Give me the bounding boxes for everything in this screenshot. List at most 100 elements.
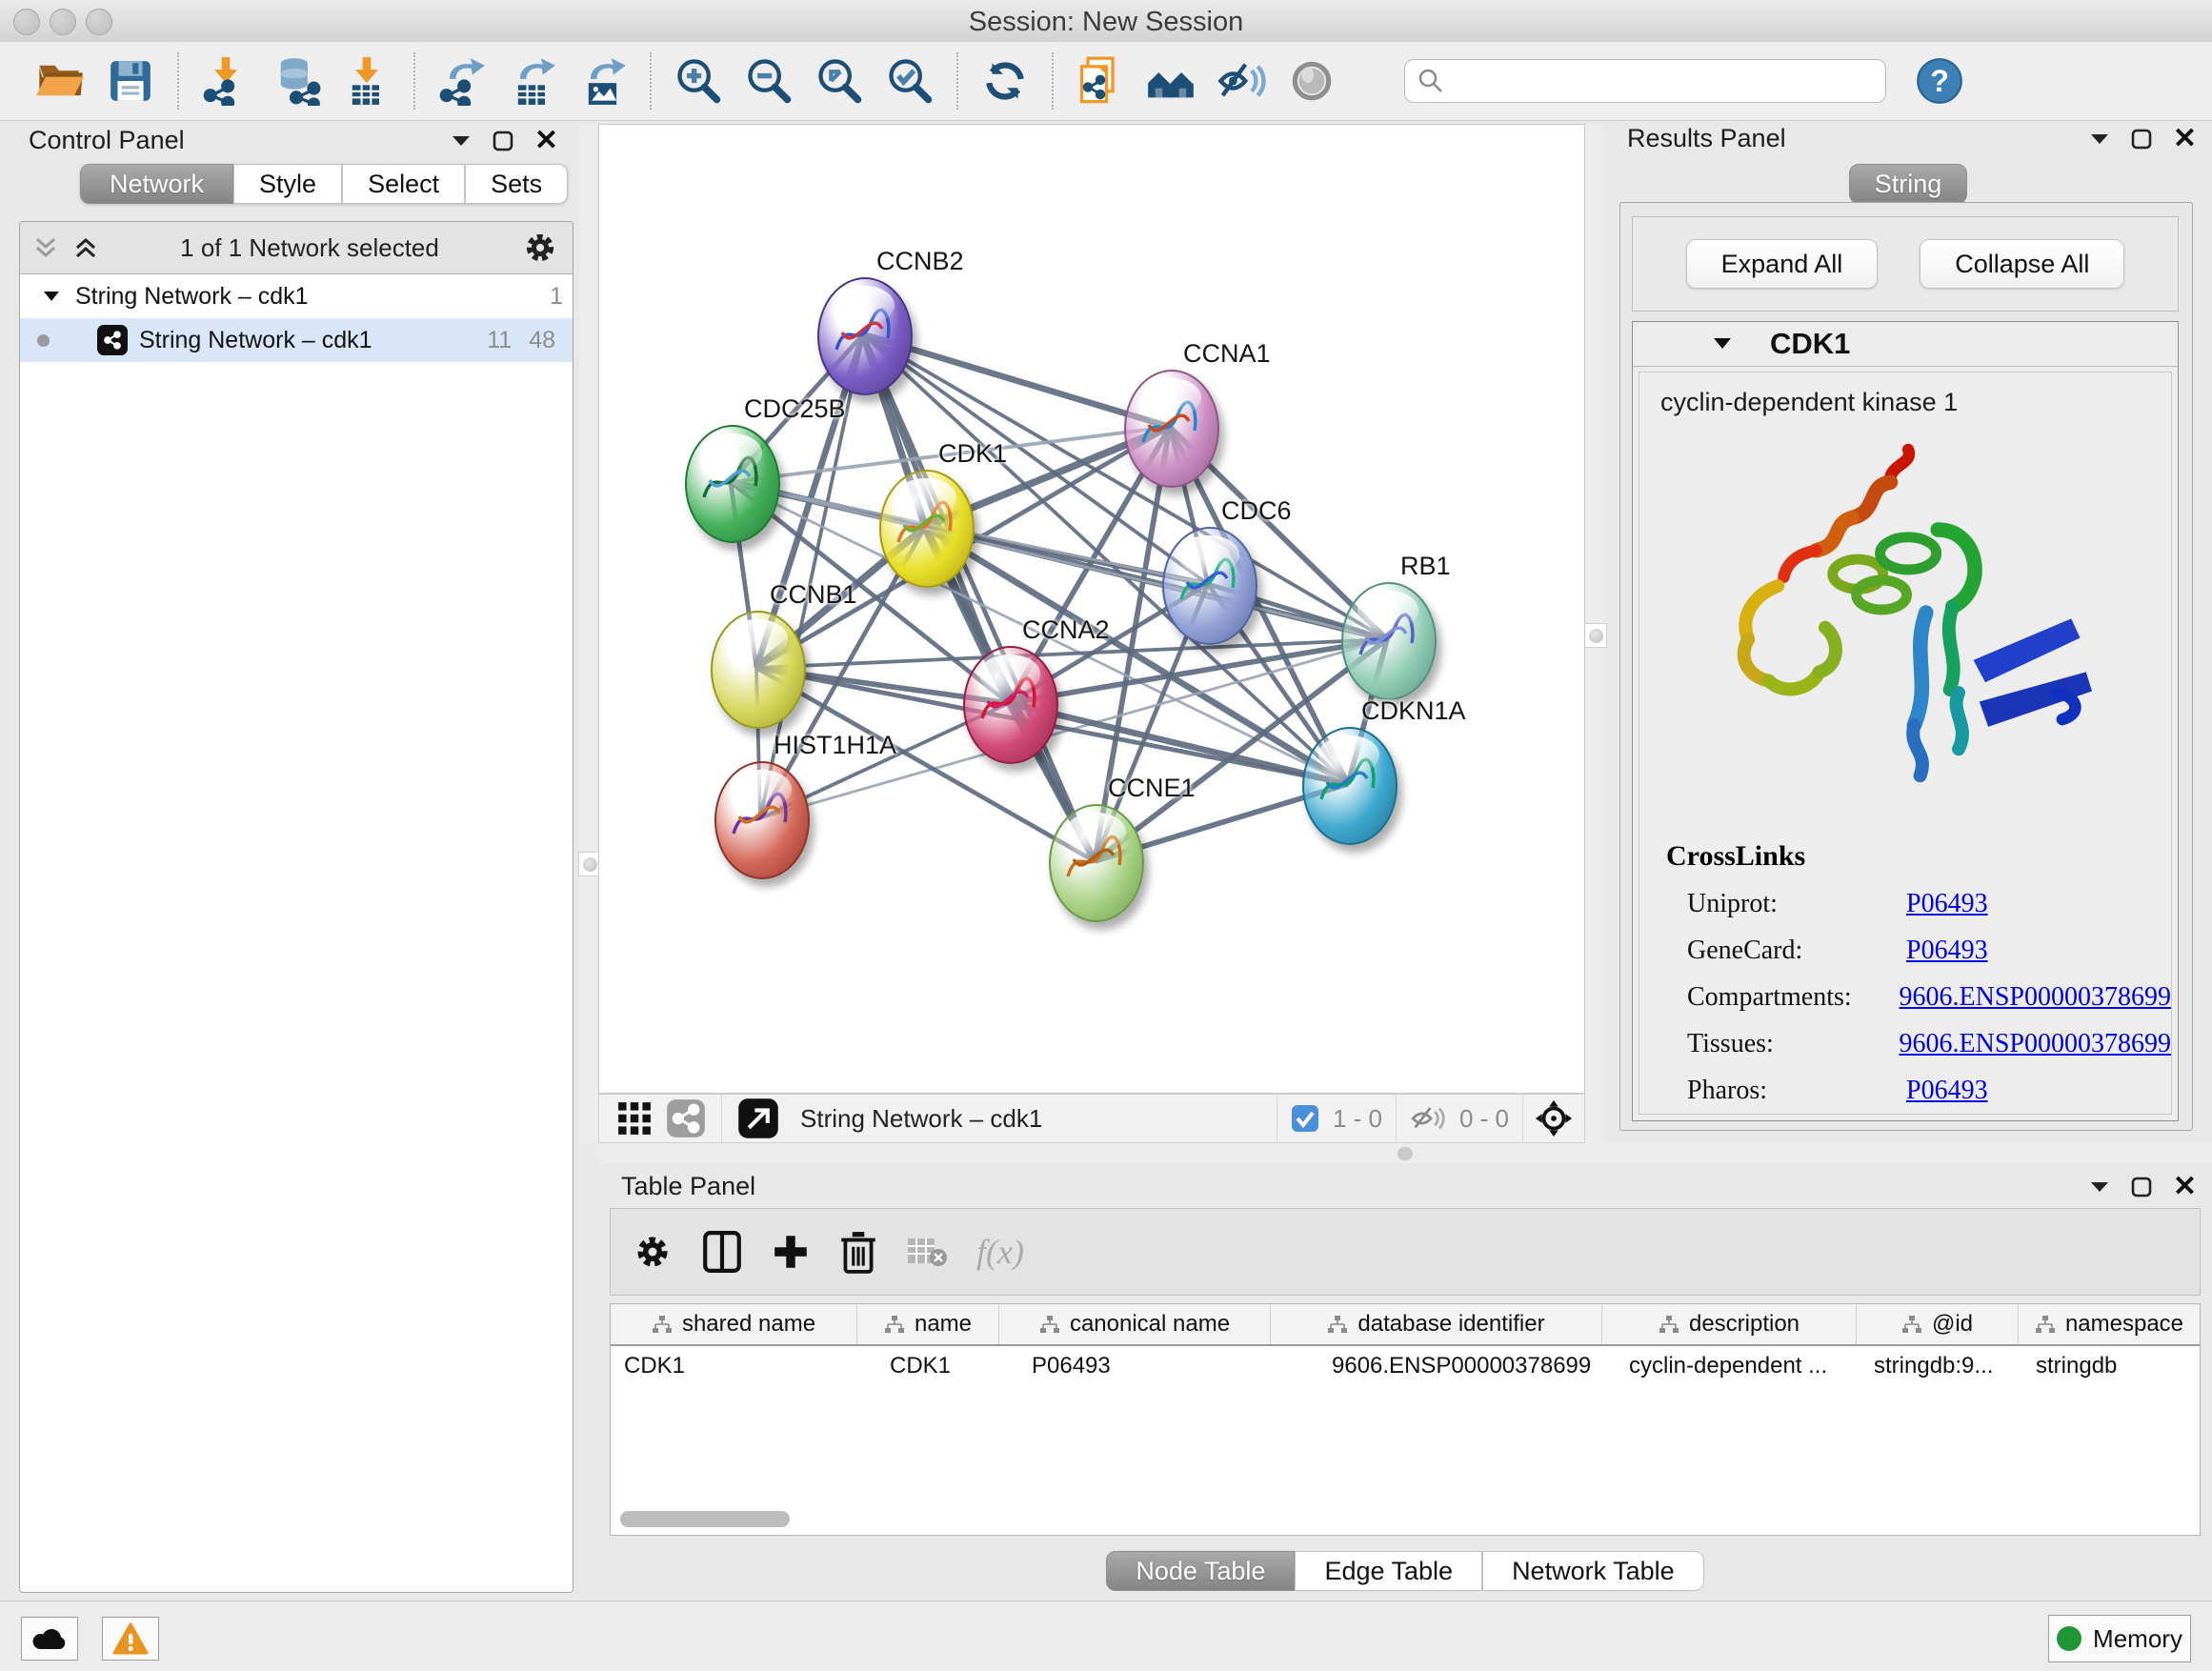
close-panel-icon[interactable]: ✕ [2173, 1178, 2197, 1197]
expand-all-icon[interactable] [73, 235, 98, 260]
show-columns-icon[interactable] [702, 1230, 742, 1274]
refresh-button[interactable] [980, 56, 1030, 106]
export-network-button[interactable] [437, 56, 487, 106]
cloud-status-button[interactable] [21, 1617, 78, 1661]
float-panel-icon[interactable] [2131, 129, 2152, 150]
column-header[interactable]: canonical name [999, 1304, 1271, 1344]
tab-select[interactable]: Select [342, 164, 465, 204]
open-session-button[interactable] [35, 56, 85, 106]
column-header[interactable]: description [1602, 1304, 1857, 1344]
gear-icon[interactable] [521, 229, 559, 267]
network-node[interactable] [879, 470, 975, 588]
panel-menu-icon[interactable] [451, 134, 472, 148]
zoom-out-button[interactable] [744, 56, 794, 106]
network-node[interactable] [963, 646, 1058, 764]
network-node[interactable] [714, 761, 810, 879]
network-view-toolbar: String Network – cdk1 1 - 0 0 - 0 [598, 1094, 1585, 1143]
horizontal-scrollbar[interactable] [620, 1511, 790, 1527]
clone-network-button[interactable] [1076, 56, 1125, 106]
memory-button[interactable]: Memory [2048, 1615, 2191, 1662]
column-type-icon [1659, 1314, 1679, 1335]
birdseye-icon[interactable] [1534, 1098, 1574, 1138]
network-node[interactable] [1341, 582, 1437, 700]
network-node[interactable] [817, 277, 913, 395]
open-in-window-icon[interactable] [737, 1097, 779, 1139]
hidden-eye-icon[interactable] [1410, 1102, 1446, 1135]
crosslink-pharos-link[interactable]: P06493 [1906, 1076, 1988, 1106]
tab-node-table[interactable]: Node Table [1106, 1551, 1295, 1591]
table-toolbar: f(x) [610, 1208, 2201, 1296]
collection-expander-icon[interactable] [43, 291, 60, 303]
table-row[interactable]: CDK1 CDK1 P06493 9606.ENSP00000378699 cy… [611, 1346, 2200, 1386]
tab-string[interactable]: String [1849, 164, 1968, 204]
tab-edge-table[interactable]: Edge Table [1295, 1551, 1482, 1591]
save-session-button[interactable] [106, 56, 155, 106]
crosslinks-title: CrossLinks [1666, 840, 2171, 873]
zoom-in-button[interactable] [674, 56, 723, 106]
network-node[interactable] [1162, 527, 1257, 645]
float-panel-icon[interactable] [2131, 1177, 2152, 1198]
first-neighbors-button[interactable] [1146, 56, 1196, 106]
import-table-button[interactable] [342, 56, 392, 106]
network-selection-status: 1 of 1 Network selected [98, 233, 521, 263]
tab-network[interactable]: Network [80, 164, 233, 204]
string-results-container: Expand All Collapse All CDK1 cyclin-depe… [1619, 202, 2193, 1131]
gear-icon[interactable] [632, 1231, 674, 1273]
column-header[interactable]: name [857, 1304, 999, 1344]
network-canvas[interactable]: CCNB2CCNA1CDC25BCDK1CDC6RB1CCNB1CCNA2CDK… [598, 124, 1585, 1094]
help-button[interactable]: ? [1915, 56, 1964, 106]
tab-sets[interactable]: Sets [465, 164, 568, 204]
close-panel-icon[interactable]: ✕ [534, 131, 558, 151]
float-panel-icon[interactable] [493, 131, 513, 151]
crosslink-compartments-link[interactable]: 9606.ENSP00000378699 [1900, 982, 2171, 1013]
network-collection-row[interactable]: String Network – cdk1 1 [20, 274, 573, 318]
collapse-all-icon[interactable] [33, 235, 58, 260]
add-column-icon[interactable] [771, 1232, 811, 1272]
network-node[interactable] [1049, 804, 1144, 922]
crosslink-tissues-link[interactable]: 9606.ENSP00000378699 [1900, 1029, 2171, 1059]
left-splitter[interactable] [579, 124, 598, 1143]
column-header[interactable]: @id [1857, 1304, 2019, 1344]
column-header[interactable]: database identifier [1271, 1304, 1602, 1344]
node-label: CDK1 [938, 439, 1007, 469]
network-node[interactable] [711, 611, 806, 729]
control-panel-title: Control Panel [29, 126, 185, 155]
network-node[interactable] [685, 425, 780, 543]
crosslink-uniprot-link[interactable]: P06493 [1906, 889, 1988, 919]
network-node[interactable] [1124, 370, 1219, 488]
column-header[interactable]: shared name [611, 1304, 857, 1344]
network-row[interactable]: String Network – cdk1 11 48 [20, 318, 573, 362]
warnings-button[interactable] [102, 1617, 159, 1661]
column-type-icon [652, 1314, 673, 1335]
tab-network-table[interactable]: Network Table [1482, 1551, 1704, 1591]
bottom-splitter-handle[interactable] [1398, 1147, 1413, 1160]
search-input[interactable] [1445, 66, 1885, 97]
expand-all-button[interactable]: Expand All [1686, 239, 1879, 289]
close-panel-icon[interactable]: ✕ [2173, 130, 2197, 149]
panel-menu-icon[interactable] [2089, 132, 2110, 146]
column-header[interactable]: namespace [2019, 1304, 2200, 1344]
collapse-all-button[interactable]: Collapse All [1920, 239, 2124, 289]
gene-expander-icon[interactable] [1713, 337, 1732, 351]
grid-view-icon[interactable] [616, 1100, 653, 1137]
search-field[interactable] [1404, 59, 1886, 103]
panel-menu-icon[interactable] [2089, 1180, 2110, 1194]
network-node[interactable] [1302, 727, 1398, 845]
tab-style[interactable]: Style [233, 164, 342, 204]
network-badge-icon[interactable] [666, 1098, 706, 1138]
table-type-tabs: Node Table Edge Table Network Table [598, 1551, 2212, 1591]
import-network-from-database-button[interactable] [271, 56, 321, 106]
delete-column-icon[interactable] [839, 1230, 877, 1274]
export-table-button[interactable] [508, 56, 557, 106]
export-image-button[interactable] [578, 56, 628, 106]
zoom-selected-button[interactable] [885, 56, 935, 106]
zoom-fit-button[interactable] [814, 56, 864, 106]
hidden-counts: 0 - 0 [1459, 1104, 1509, 1134]
cell-database-identifier: 9606.ENSP00000378699 [1271, 1346, 1602, 1386]
import-network-button[interactable] [201, 56, 251, 106]
selected-checkbox-icon[interactable] [1291, 1104, 1319, 1133]
hide-selected-button[interactable] [1217, 56, 1266, 106]
crosslink-genecard-link[interactable]: P06493 [1906, 936, 1988, 966]
search-icon [1417, 67, 1445, 95]
show-graphics-button[interactable] [1287, 56, 1337, 106]
